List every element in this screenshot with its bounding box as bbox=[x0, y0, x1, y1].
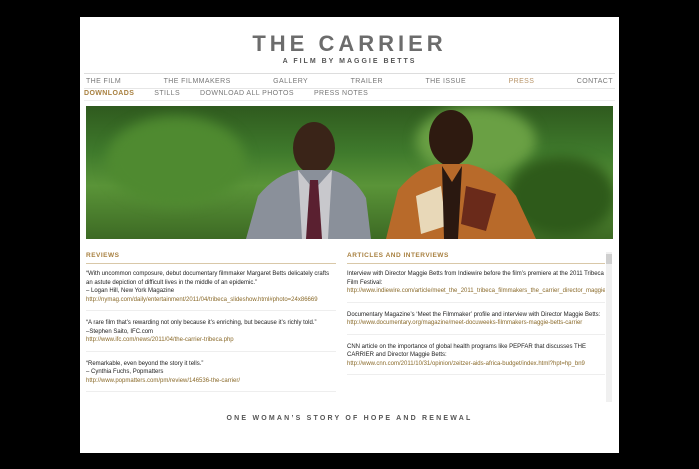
nav-the-issue[interactable]: THE ISSUE bbox=[424, 78, 469, 85]
subnav-stills[interactable]: STILLS bbox=[154, 90, 180, 97]
review-item: “With uncommon composure, debut document… bbox=[86, 270, 336, 311]
review-attribution: – Cynthia Fuchs, Popmatters bbox=[86, 369, 164, 375]
article-item: Interview with Director Maggie Betts fro… bbox=[347, 270, 605, 303]
articles-section: ARTICLES AND INTERVIEWS Interview with D… bbox=[347, 252, 605, 402]
reviews-heading: REVIEWS bbox=[86, 252, 336, 264]
man-in-suit-figure bbox=[246, 122, 371, 239]
article-text: Documentary Magazine’s ‘Meet the Filmmak… bbox=[347, 311, 601, 318]
review-link[interactable]: http://www.popmatters.com/pm/review/1465… bbox=[86, 377, 336, 386]
review-link[interactable]: http://www.ifc.com/news/2011/04/the-carr… bbox=[86, 336, 336, 345]
articles-scrollbar[interactable] bbox=[606, 252, 612, 402]
article-link[interactable]: http://www.cnn.com/2011/10/31/opinion/ze… bbox=[347, 360, 605, 369]
tagline: ONE WOMAN’S STORY OF HOPE AND RENEWAL bbox=[226, 415, 473, 422]
review-item: “Remarkable, even beyond the story it te… bbox=[86, 360, 336, 392]
review-item: “A rare film that’s rewarding not only b… bbox=[86, 319, 336, 352]
subnav-download-all-photos[interactable]: DOWNLOAD ALL PHOTOS bbox=[200, 90, 294, 97]
site-subtitle: A FILM BY MAGGIE BETTS bbox=[282, 58, 417, 65]
hero-image bbox=[86, 106, 613, 239]
nav-trailer[interactable]: TRAILER bbox=[349, 78, 385, 85]
foliage-shape bbox=[106, 116, 246, 206]
subnav-downloads[interactable]: DOWNLOADS bbox=[84, 90, 134, 97]
page-panel: THE CARRIER A FILM BY MAGGIE BETTS THE F… bbox=[80, 17, 619, 453]
subnav-press-notes[interactable]: PRESS NOTES bbox=[314, 90, 368, 97]
nav-press[interactable]: PRESS bbox=[507, 78, 537, 85]
article-text: Interview with Director Maggie Betts fro… bbox=[347, 271, 604, 286]
site-title[interactable]: THE CARRIER bbox=[80, 31, 619, 57]
article-link[interactable]: http://www.documentary.org/magazine/meet… bbox=[347, 319, 605, 328]
article-item: Documentary Magazine’s ‘Meet the Filmmak… bbox=[347, 311, 605, 335]
review-quote: “Remarkable, even beyond the story it te… bbox=[86, 360, 204, 367]
scrollbar-thumb[interactable] bbox=[606, 254, 612, 264]
review-attribution: – Logan Hill, New York Magazine bbox=[86, 288, 175, 294]
articles-heading: ARTICLES AND INTERVIEWS bbox=[347, 252, 605, 264]
nav-gallery[interactable]: GALLERY bbox=[271, 78, 310, 85]
nav-the-filmmakers[interactable]: THE FILMMAKERS bbox=[162, 78, 233, 85]
article-text: CNN article on the importance of global … bbox=[347, 343, 586, 359]
article-link[interactable]: http://www.indiewire.com/article/meet_th… bbox=[347, 287, 605, 296]
press-subnav: DOWNLOADS STILLS DOWNLOAD ALL PHOTOS PRE… bbox=[84, 87, 615, 101]
review-attribution: –Stephen Saito, IFC.com bbox=[86, 328, 154, 335]
man-in-patterned-shirt-figure bbox=[386, 110, 536, 239]
article-item: CNN article on the importance of global … bbox=[347, 343, 605, 375]
reviews-section: REVIEWS “With uncommon composure, debut … bbox=[86, 252, 336, 402]
review-quote: “With uncommon composure, debut document… bbox=[86, 271, 330, 286]
nav-the-film[interactable]: THE FILM bbox=[84, 78, 123, 85]
review-link[interactable]: http://nymag.com/daily/entertainment/201… bbox=[86, 296, 336, 305]
nav-contact[interactable]: CONTACT bbox=[575, 78, 615, 85]
review-quote: “A rare film that’s rewarding not only b… bbox=[86, 320, 317, 326]
